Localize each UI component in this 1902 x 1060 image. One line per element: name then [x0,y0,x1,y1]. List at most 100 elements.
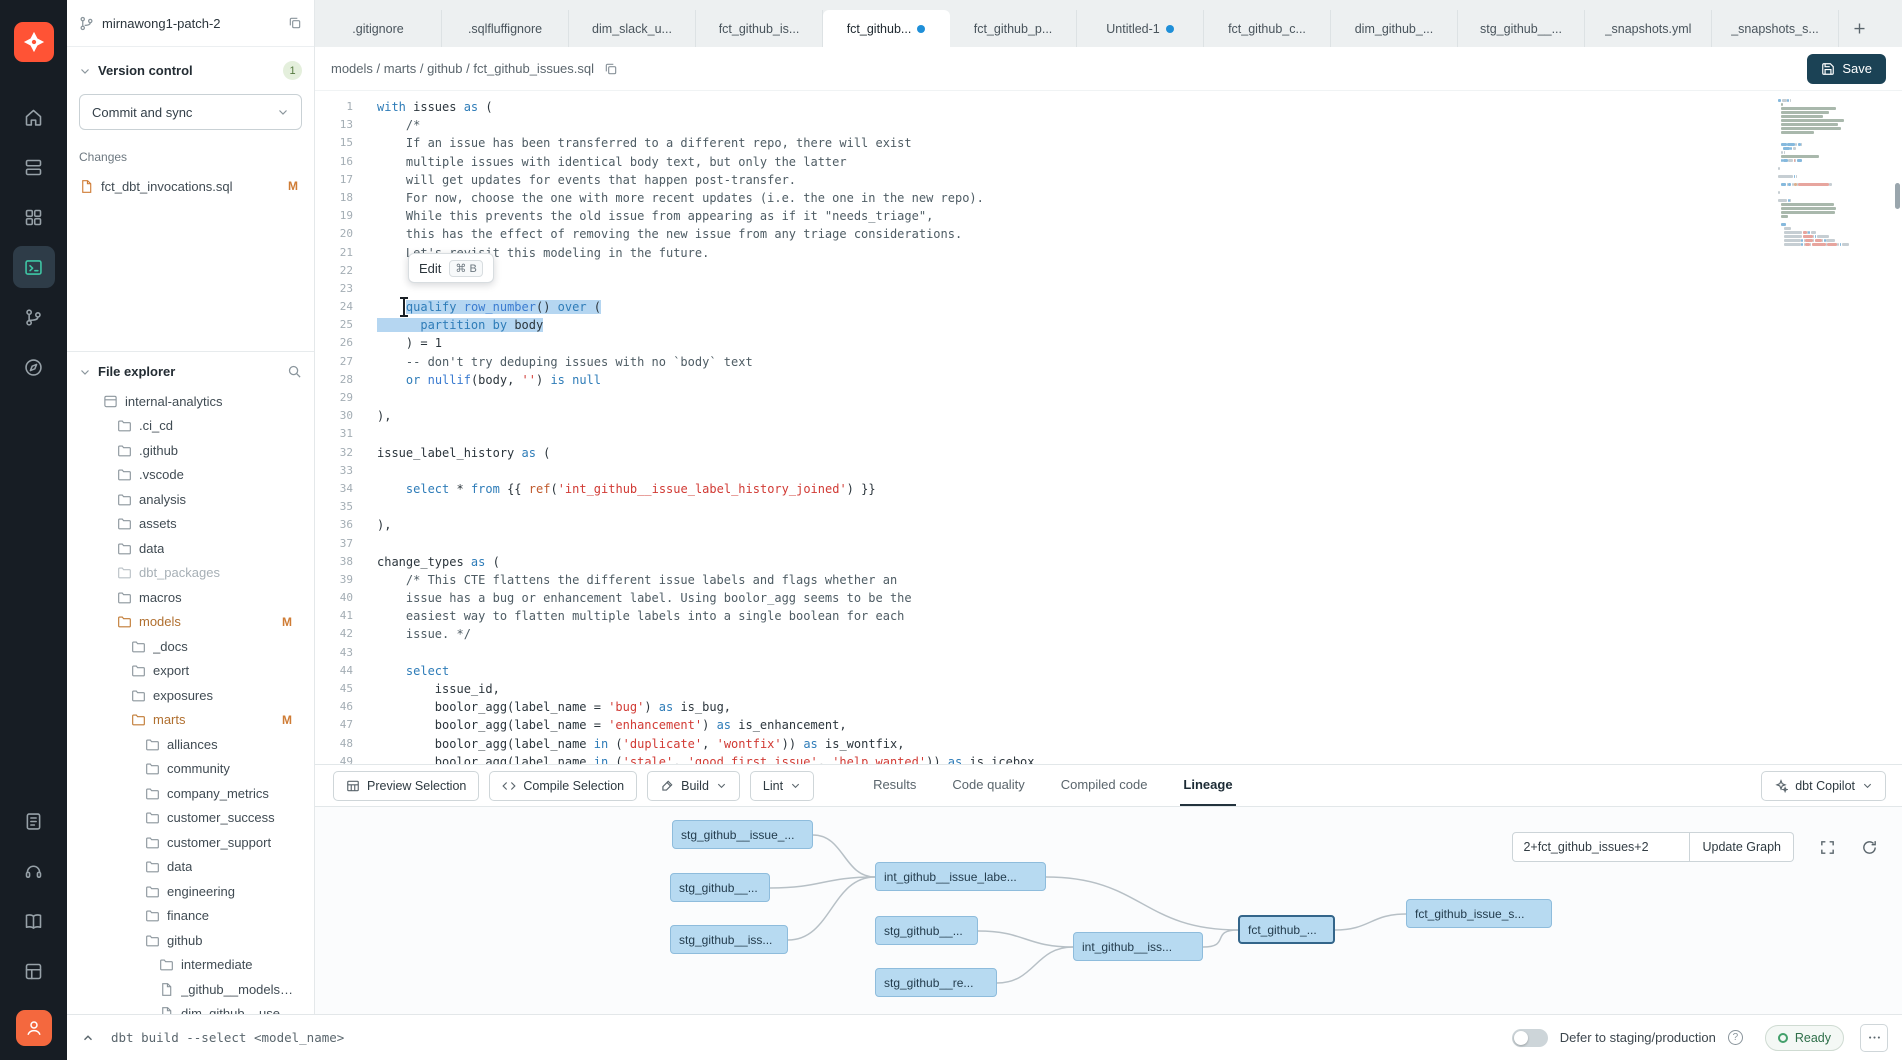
code-line[interactable]: 1with issues as ( [315,98,1902,116]
tree-item-models[interactable]: modelsM [79,610,302,635]
copy-branch-icon[interactable] [288,16,302,30]
code-line[interactable]: 15 If an issue has been transferred to a… [315,134,1902,152]
code-line[interactable]: 32issue_label_history as ( [315,444,1902,462]
tree-item-internal-analytics[interactable]: internal-analytics [79,389,302,414]
tree-item-macros[interactable]: macros [79,585,302,610]
code-line[interactable]: 23 [315,280,1902,298]
code-line[interactable]: 29 [315,389,1902,407]
code-line[interactable]: 19 While this prevents the old issue fro… [315,207,1902,225]
tree-item-assets[interactable]: assets [79,512,302,537]
overflow-menu-button[interactable] [1860,1024,1888,1052]
code-line[interactable]: 28 or nullif(body, '') is null [315,371,1902,389]
tree-item-exposures[interactable]: exposures [79,683,302,708]
edit-tooltip[interactable]: Edit ⌘ B [408,253,494,283]
code-line[interactable]: 39 /* This CTE flattens the different is… [315,571,1902,589]
tab-lineage[interactable]: Lineage [1180,765,1235,806]
code-line[interactable]: 13 /* [315,116,1902,134]
command-preview[interactable]: dbt build --select <model_name> [111,1030,344,1045]
tree-item-customer_support[interactable]: customer_support [79,830,302,855]
tree-item-alliances[interactable]: alliances [79,732,302,757]
code-line[interactable]: 43 [315,644,1902,662]
code-line[interactable]: 45 issue_id, [315,680,1902,698]
preview-selection-button[interactable]: Preview Selection [333,771,479,801]
tab-Untitled-1[interactable]: Untitled-1 [1077,10,1204,47]
update-graph-button[interactable]: Update Graph [1690,832,1794,862]
tab-fct_github_p[interactable]: fct_github_p... [950,10,1077,47]
defer-toggle[interactable] [1512,1029,1548,1047]
dbt-logo[interactable] [14,22,54,62]
lineage-node-stg_github__re[interactable]: stg_github__re... [875,968,997,997]
lineage-selector-input[interactable] [1512,832,1690,862]
tree-item-dim_github__users...[interactable]: dim_github__users... [79,1002,302,1015]
tab-code-quality[interactable]: Code quality [949,765,1027,806]
code-line[interactable]: 31 [315,425,1902,443]
code-line[interactable]: 26 ) = 1 [315,334,1902,352]
explore-icon[interactable] [13,346,55,388]
compile-selection-button[interactable]: Compile Selection [489,771,637,801]
tree-item-community[interactable]: community [79,757,302,782]
scrollbar-thumb[interactable] [1895,183,1900,209]
lineage-node-stg_github__issue_[interactable]: stg_github__issue_... [672,820,813,849]
tab-fct_github_is[interactable]: fct_github_is... [696,10,823,47]
code-line[interactable]: 33 [315,462,1902,480]
minimap[interactable] [1778,99,1888,247]
tree-item-intermediate[interactable]: intermediate [79,953,302,978]
tree-item-marts[interactable]: martsM [79,708,302,733]
lineage-canvas[interactable]: stg_github__issue_... stg_github__... stg_… [315,807,1902,1014]
code-line[interactable]: 25 partition by body [315,316,1902,334]
lineage-node-stg_github__[interactable]: stg_github__... [875,916,978,945]
tree-item-_github__models.yml[interactable]: _github__models.yml [79,977,302,1002]
code-line[interactable]: 44 select [315,662,1902,680]
tree-item-company_metrics[interactable]: company_metrics [79,781,302,806]
tab-.gitignore[interactable]: .gitignore [315,10,442,47]
lineage-node-stg_github__iss[interactable]: stg_github__iss... [670,925,788,954]
code-line[interactable]: 38change_types as ( [315,553,1902,571]
tree-item-data[interactable]: data [79,855,302,880]
code-line[interactable]: 36), [315,516,1902,534]
tree-item-.ci_cd[interactable]: .ci_cd [79,414,302,439]
tab-dim_github_[interactable]: dim_github_... [1331,10,1458,47]
dbt-copilot-button[interactable]: dbt Copilot [1761,771,1886,801]
editor-scrollbar[interactable] [1895,91,1901,764]
tab-fct_github[interactable]: fct_github... [823,10,950,47]
user-avatar[interactable] [16,1010,52,1046]
tree-item-export[interactable]: export [79,659,302,684]
new-tab-button[interactable] [1839,10,1879,47]
develop-icon[interactable] [13,246,55,288]
lint-button[interactable]: Lint [750,771,814,801]
commit-and-sync-button[interactable]: Commit and sync [79,94,302,130]
code-line[interactable]: 42 issue. */ [315,625,1902,643]
tab-stg_github__[interactable]: stg_github__... [1458,10,1585,47]
tree-item-customer_success[interactable]: customer_success [79,806,302,831]
help-icon[interactable]: ? [1728,1030,1743,1045]
search-icon[interactable] [287,364,302,379]
tree-item-data[interactable]: data [79,536,302,561]
build-button[interactable]: Build [647,771,740,801]
tab-dim_slack_u[interactable]: dim_slack_u... [569,10,696,47]
tree-item-_docs[interactable]: _docs [79,634,302,659]
code-line[interactable]: 34 select * from {{ ref('int_github__iss… [315,480,1902,498]
home-icon[interactable] [13,96,55,138]
code-line[interactable]: 24 qualify row_number() over ( [315,298,1902,316]
lineage-node-int_github__issue_labe[interactable]: int_github__issue_labe... [875,862,1046,891]
code-line[interactable]: 49 boolor_agg(label_name in ('stale', 'g… [315,753,1902,764]
chevron-down-icon[interactable] [79,65,91,77]
tree-item-.github[interactable]: .github [79,438,302,463]
code-line[interactable]: 30), [315,407,1902,425]
environments-icon[interactable] [13,196,55,238]
code-line[interactable]: 41 easiest way to flatten multiple label… [315,607,1902,625]
code-line[interactable]: 17 will get updates for events that happ… [315,171,1902,189]
apps-icon[interactable] [13,950,55,992]
code-editor[interactable]: 1with issues as (13 /*15 If an issue has… [315,91,1902,764]
code-line[interactable]: 22 [315,262,1902,280]
lineage-node-stg_github__[interactable]: stg_github__... [670,873,770,902]
lineage-node-int_github__iss[interactable]: int_github__iss... [1073,932,1203,961]
code-line[interactable]: 16 multiple issues with identical body t… [315,153,1902,171]
code-line[interactable]: 48 boolor_agg(label_name in ('duplicate'… [315,735,1902,753]
jobs-icon[interactable] [13,146,55,188]
tree-item-.vscode[interactable]: .vscode [79,463,302,488]
copy-path-icon[interactable] [604,62,618,76]
lineage-node-fct_github_issue_s[interactable]: fct_github_issue_s... [1406,899,1552,928]
tree-item-analysis[interactable]: analysis [79,487,302,512]
tree-item-finance[interactable]: finance [79,904,302,929]
